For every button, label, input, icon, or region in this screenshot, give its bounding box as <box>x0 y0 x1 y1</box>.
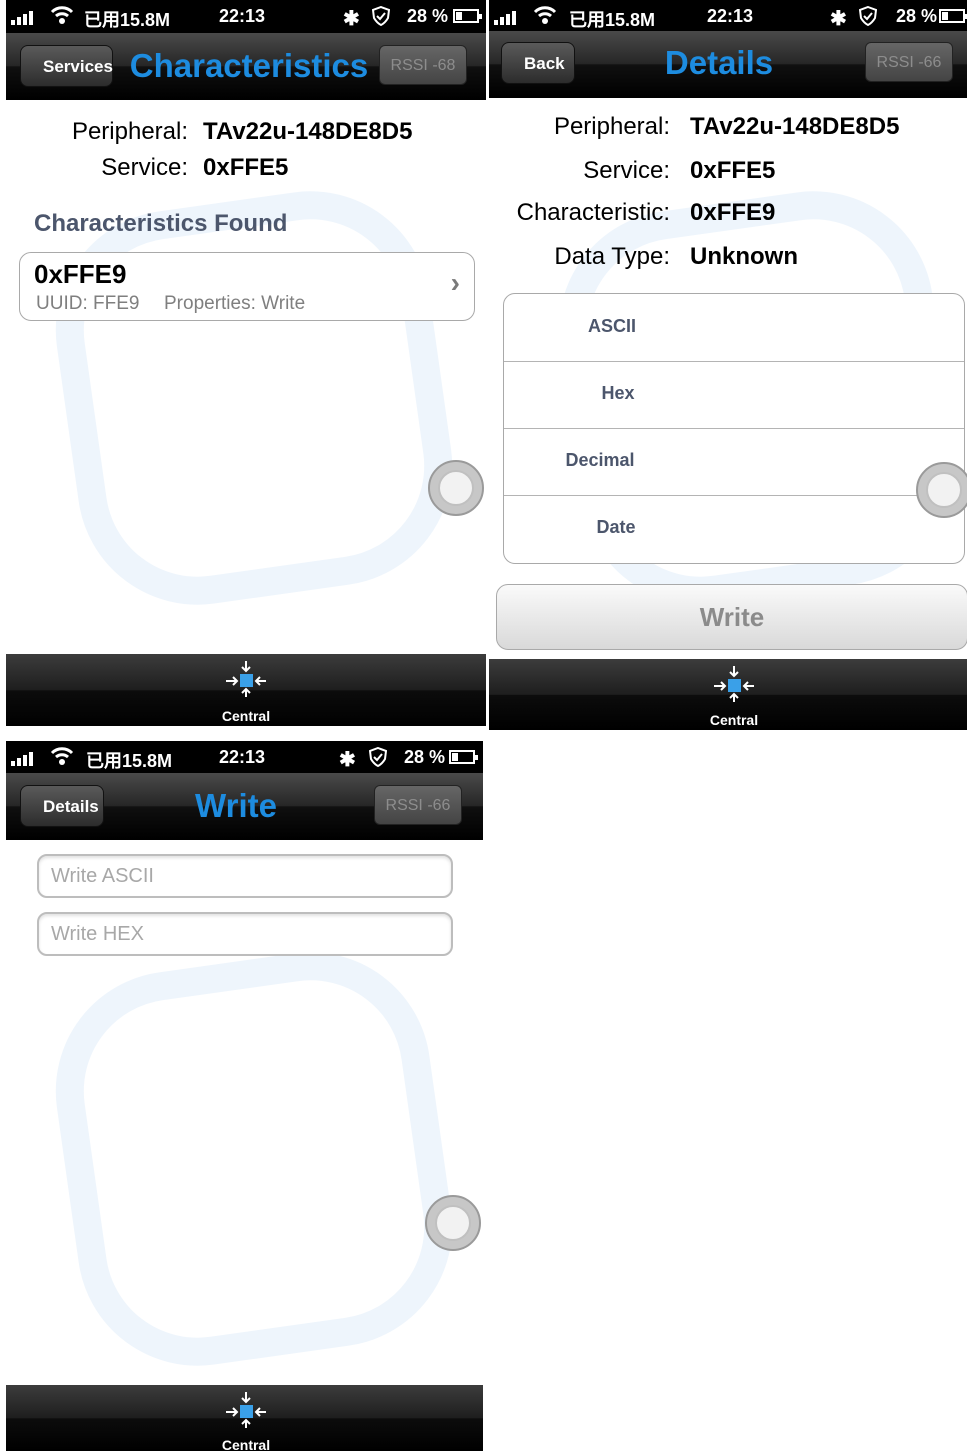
rssi-indicator: RSSI -66 <box>865 42 953 82</box>
characteristics-screen: 已用15.8M 22:13 ✱ 28 % Services Characteri… <box>6 0 486 726</box>
tab-bar: Central <box>6 1385 483 1451</box>
status-bar: 已用15.8M 22:13 ✱ 28 % <box>6 741 483 774</box>
data-type-label: Data Type: <box>554 243 670 270</box>
data-type-value: Unknown <box>690 243 798 270</box>
tab-central-label: Central <box>709 712 759 728</box>
data-format-list: ASCII Hex Decimal Date <box>503 293 965 564</box>
format-row-ascii[interactable]: ASCII <box>504 294 964 362</box>
battery-icon <box>939 9 967 23</box>
characteristic-uuid: UUID: FFE9 <box>36 293 140 314</box>
assistive-touch-icon[interactable] <box>428 460 484 516</box>
signal-bars-icon <box>11 9 41 25</box>
characteristic-uuid-title: 0xFFE9 <box>34 259 127 289</box>
central-tab-icon <box>226 1392 266 1428</box>
service-label: Service: <box>583 157 670 184</box>
service-value: 0xFFE5 <box>203 154 289 181</box>
bluetooth-icon: ✱ <box>830 8 847 30</box>
tab-central-label: Central <box>221 1437 271 1451</box>
tab-central[interactable]: Central <box>674 659 794 730</box>
chevron-right-icon: › <box>450 267 460 298</box>
format-hex-label: Hex <box>601 383 635 403</box>
clock: 22:13 <box>707 6 754 26</box>
battery-icon <box>449 750 478 764</box>
wifi-icon <box>50 747 74 765</box>
wifi-icon <box>50 6 74 24</box>
bluetooth-icon: ✱ <box>339 749 356 771</box>
tab-bar: Central <box>6 654 486 726</box>
navigation-bar: Services Characteristics RSSI -68 <box>6 33 486 100</box>
format-row-date[interactable]: Date <box>504 495 964 562</box>
signal-bars-icon <box>494 9 524 25</box>
central-tab-icon <box>226 661 266 697</box>
details-screen: 已用15.8M 22:13 ✱ 28 % Back Details RSSI -… <box>489 0 967 730</box>
data-usage: 已用15.8M <box>86 751 173 771</box>
fist-watermark-icon <box>40 936 468 1382</box>
format-ascii-label: ASCII <box>587 316 636 336</box>
central-tab-icon <box>714 666 754 702</box>
format-decimal-label: Decimal <box>565 450 635 470</box>
data-usage: 已用15.8M <box>569 10 656 30</box>
wifi-icon <box>533 6 557 24</box>
data-usage: 已用15.8M <box>84 10 171 30</box>
write-button[interactable]: Write <box>496 584 967 650</box>
shield-icon <box>369 747 387 767</box>
characteristic-value: 0xFFE9 <box>690 199 776 226</box>
peripheral-value: TAv22u-148DE8D5 <box>690 113 900 140</box>
clock: 22:13 <box>219 6 266 26</box>
rssi-indicator: RSSI -68 <box>379 45 467 85</box>
write-ascii-input[interactable] <box>37 854 453 898</box>
battery-percent: 28 % <box>404 747 446 767</box>
service-value: 0xFFE5 <box>690 157 776 184</box>
peripheral-label: Peripheral: <box>553 113 670 140</box>
assistive-touch-icon[interactable] <box>425 1195 481 1251</box>
write-hex-input[interactable] <box>37 912 453 956</box>
tab-bar: Central <box>489 659 967 730</box>
section-title: Characteristics Found <box>34 210 288 237</box>
tab-central[interactable]: Central <box>186 654 306 726</box>
peripheral-value: TAv22u-148DE8D5 <box>203 118 413 145</box>
clock: 22:13 <box>219 747 266 767</box>
fist-watermark-icon <box>40 175 468 621</box>
assistive-touch-icon[interactable] <box>916 462 967 518</box>
peripheral-label: Peripheral: <box>71 118 188 145</box>
page-title: Characteristics <box>129 47 369 84</box>
status-bar: 已用15.8M 22:13 ✱ 28 % <box>6 0 486 33</box>
back-button[interactable]: Back <box>501 42 575 84</box>
navigation-bar: Details Write RSSI -66 <box>6 773 483 840</box>
write-screen: 已用15.8M 22:13 ✱ 28 % Details Write RSSI … <box>6 741 483 1451</box>
bluetooth-icon: ✱ <box>343 8 360 30</box>
back-button-details[interactable]: Details <box>20 785 104 827</box>
tab-central-label: Central <box>221 708 271 724</box>
navigation-bar: Back Details RSSI -66 <box>489 31 967 98</box>
characteristic-label: Characteristic: <box>516 199 670 226</box>
back-button-services[interactable]: Services <box>20 45 113 87</box>
battery-percent: 28 % <box>407 6 449 26</box>
shield-icon <box>372 6 390 26</box>
signal-bars-icon <box>11 750 41 766</box>
shield-icon <box>859 6 877 26</box>
characteristic-list-item[interactable]: 0xFFE9 UUID: FFE9 Properties: Write › <box>19 252 475 321</box>
tab-central[interactable]: Central <box>186 1385 306 1451</box>
format-row-decimal[interactable]: Decimal <box>504 428 964 496</box>
battery-icon <box>453 9 482 23</box>
format-row-hex[interactable]: Hex <box>504 361 964 429</box>
rssi-indicator: RSSI -66 <box>374 785 462 825</box>
status-bar: 已用15.8M 22:13 ✱ 28 % <box>489 0 967 33</box>
page-title: Details <box>664 44 774 81</box>
service-label: Service: <box>101 154 188 181</box>
format-date-label: Date <box>596 517 636 537</box>
page-title: Write <box>195 787 277 824</box>
characteristic-properties: Properties: Write <box>164 293 306 314</box>
battery-percent: 28 % <box>896 6 938 26</box>
